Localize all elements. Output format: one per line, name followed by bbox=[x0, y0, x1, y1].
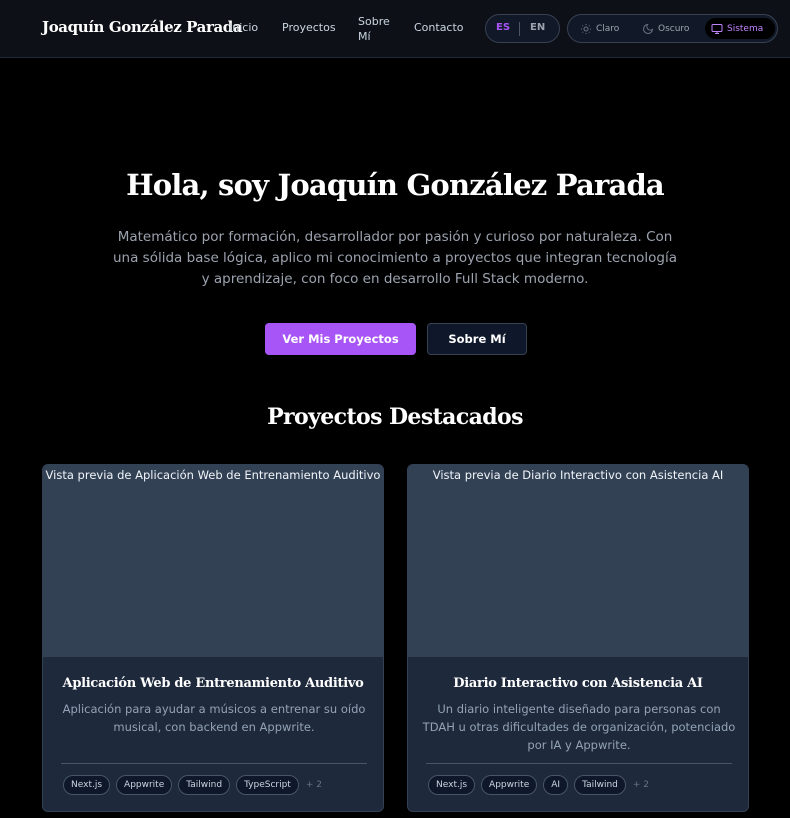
project-tags: Next.js Appwrite AI Tailwind + 2 bbox=[428, 775, 649, 795]
tag: Tailwind bbox=[178, 775, 231, 795]
site-brand[interactable]: Joaquín González Parada bbox=[42, 18, 243, 36]
tag: AI bbox=[543, 775, 569, 795]
language-switcher: ES EN bbox=[485, 14, 560, 43]
project-card[interactable]: Vista previa de Aplicación Web de Entren… bbox=[42, 464, 384, 812]
hero-title: Hola, soy Joaquín González Parada bbox=[126, 168, 665, 202]
more-tags-count: + 2 bbox=[305, 780, 322, 790]
project-tags: Next.js Appwrite Tailwind TypeScript + 2 bbox=[63, 775, 322, 795]
project-description: Un diario inteligente diseñado para pers… bbox=[422, 702, 736, 752]
project-image-alt-text: Vista previa de Aplicación Web de Entren… bbox=[45, 468, 381, 482]
project-card[interactable]: Vista previa de Diario Interactivo con A… bbox=[407, 464, 749, 812]
nav-link-contacto[interactable]: Contacto bbox=[414, 21, 464, 34]
nav-link-inicio[interactable]: Inicio bbox=[229, 21, 258, 34]
tag: Next.js bbox=[428, 775, 476, 795]
nav-link-sobre-mi[interactable]: Sobre Mí bbox=[358, 14, 392, 44]
project-image-placeholder: Vista previa de Aplicación Web de Entren… bbox=[43, 465, 383, 657]
tag: TypeScript bbox=[236, 775, 299, 795]
sun-icon bbox=[581, 23, 591, 34]
project-image-placeholder: Vista previa de Diario Interactivo con A… bbox=[408, 465, 748, 657]
language-es-button[interactable]: ES bbox=[496, 22, 510, 33]
featured-projects-title: Proyectos Destacados bbox=[267, 404, 523, 430]
theme-dark-label: Oscuro bbox=[658, 23, 690, 34]
monitor-icon bbox=[711, 23, 723, 34]
project-image-alt-text: Vista previa de Diario Interactivo con A… bbox=[432, 468, 724, 482]
language-en-button[interactable]: EN bbox=[530, 22, 545, 33]
tag: Appwrite bbox=[481, 775, 538, 795]
theme-light-button[interactable]: Claro bbox=[574, 18, 625, 39]
project-description: Aplicación para ayudar a músicos a entre… bbox=[62, 702, 366, 734]
more-tags-count: + 2 bbox=[632, 780, 650, 790]
theme-dark-button[interactable]: Oscuro bbox=[636, 18, 695, 39]
tag: Appwrite bbox=[116, 775, 173, 795]
theme-system-label: Sistema bbox=[727, 23, 764, 34]
nav-link-proyectos[interactable]: Proyectos bbox=[282, 21, 336, 34]
view-projects-button[interactable]: Ver Mis Proyectos bbox=[265, 323, 416, 355]
tag: Next.js bbox=[63, 775, 111, 795]
theme-switcher: Claro Oscuro Sistema bbox=[567, 14, 778, 43]
theme-system-button[interactable]: Sistema bbox=[705, 18, 775, 39]
language-divider bbox=[519, 22, 520, 36]
card-divider bbox=[426, 763, 732, 764]
project-title[interactable]: Diario Interactivo con Asistencia AI bbox=[408, 676, 748, 691]
site-header: Joaquín González Parada Inicio Proyectos… bbox=[0, 0, 790, 58]
card-divider bbox=[61, 763, 367, 764]
hero-subtitle: Matemático por formación, desarrollador … bbox=[112, 229, 678, 287]
about-me-button[interactable]: Sobre Mí bbox=[427, 323, 527, 355]
tag: Tailwind bbox=[574, 775, 626, 795]
project-title[interactable]: Aplicación Web de Entrenamiento Auditivo bbox=[43, 676, 383, 691]
moon-icon bbox=[643, 23, 654, 34]
theme-light-label: Claro bbox=[596, 23, 620, 34]
